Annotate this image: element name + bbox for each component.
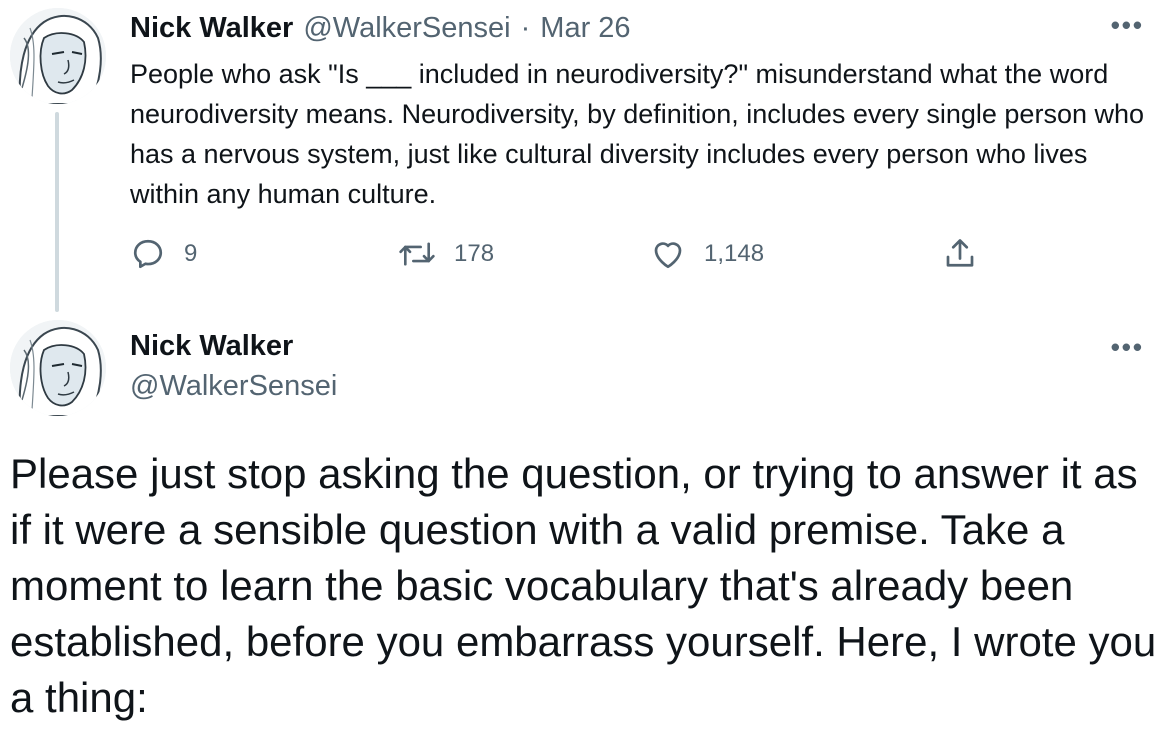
author-name[interactable]: Nick Walker — [130, 330, 293, 363]
reply-count: 9 — [184, 240, 198, 267]
portrait-avatar-icon — [10, 320, 106, 416]
author-handle[interactable]: @WalkerSensei — [130, 370, 337, 403]
share-icon — [946, 239, 974, 267]
author-name[interactable]: Nick Walker — [130, 12, 293, 45]
like-count: 1,148 — [704, 240, 765, 267]
retweet-icon — [399, 242, 435, 266]
avatar[interactable] — [10, 8, 106, 104]
retweet-count: 178 — [454, 240, 495, 267]
tweet-text: Please just stop asking the question, or… — [10, 450, 1157, 721]
share-button[interactable] — [942, 236, 978, 272]
author-handle[interactable]: @WalkerSensei — [303, 12, 510, 45]
avatar[interactable] — [10, 320, 106, 416]
thread-connector-line — [55, 112, 59, 312]
tweet-date[interactable]: Mar 26 — [540, 12, 630, 45]
portrait-avatar-icon — [10, 8, 106, 104]
more-options-button[interactable]: ••• — [1111, 10, 1144, 41]
reply-icon — [133, 239, 163, 269]
reply-button[interactable]: 9 — [130, 236, 197, 272]
more-options-button[interactable]: ••• — [1111, 332, 1144, 363]
like-icon — [654, 242, 682, 269]
retweet-button[interactable]: 178 — [398, 236, 494, 272]
tweet1-header: Nick Walker @WalkerSensei · Mar 26 — [130, 8, 631, 48]
header-separator: · — [520, 11, 531, 44]
like-button[interactable]: 1,148 — [650, 236, 764, 272]
tweet-text: People who ask "Is ___ included in neuro… — [130, 59, 1145, 209]
